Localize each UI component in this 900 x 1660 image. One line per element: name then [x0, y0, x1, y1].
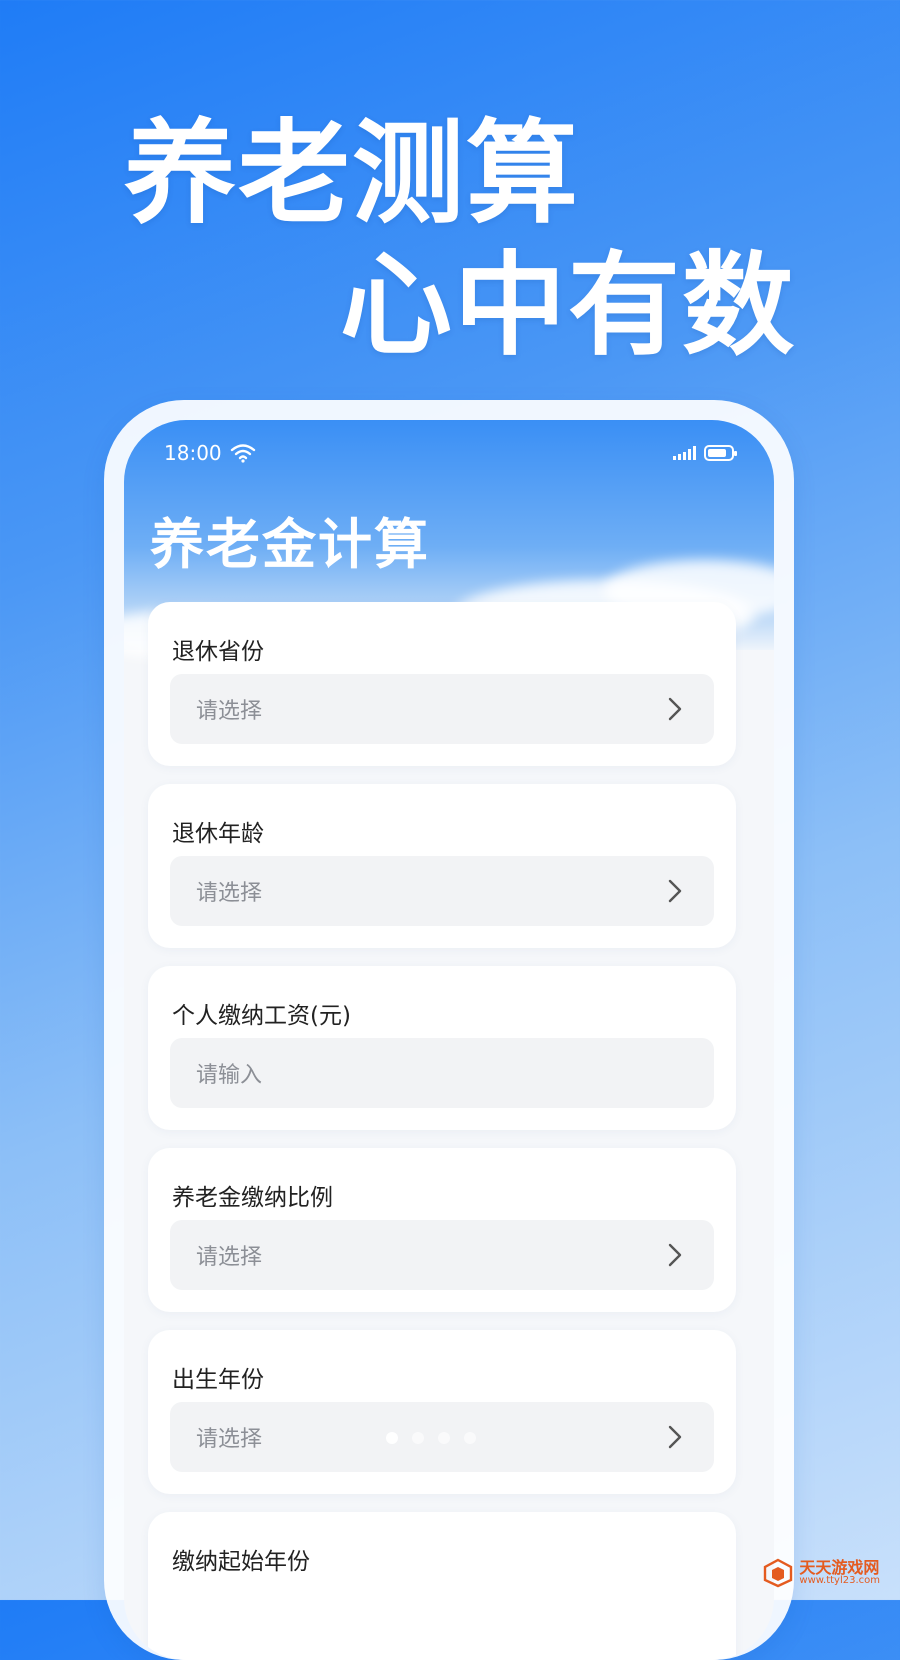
field-label: 个人缴纳工资(元): [172, 1003, 351, 1029]
field-label: 缴纳起始年份: [172, 1549, 310, 1575]
carousel-dot[interactable]: [438, 1432, 450, 1444]
field-placeholder: 请选择: [196, 699, 263, 724]
contribution-ratio-select[interactable]: 请选择: [170, 1220, 714, 1290]
watermark: 天天游戏网 www.ttyl23.com: [763, 1558, 880, 1588]
phone-screen: 18:00 养老金计算 退休省份 请选择 退休年龄 请选择 个人缴纳工资(元) …: [124, 420, 774, 1660]
carousel-dot[interactable]: [464, 1432, 476, 1444]
chevron-right-icon: [662, 1424, 688, 1450]
headline-line-2: 心中有数: [340, 241, 796, 371]
watermark-url: www.ttyl23.com: [799, 1575, 880, 1586]
form-card-contribution-ratio: 养老金缴纳比例 请选择: [148, 1148, 736, 1312]
pension-form: 退休省份 请选择 退休年龄 请选择 个人缴纳工资(元) 请输入 养老金缴纳比例 …: [148, 602, 736, 1660]
chevron-right-icon: [662, 1242, 688, 1268]
retirement-province-select[interactable]: 请选择: [170, 674, 714, 744]
carousel-dot-active[interactable]: [386, 1432, 398, 1444]
form-card-birth-year: 出生年份 请选择: [148, 1330, 736, 1494]
field-label: 退休省份: [172, 639, 264, 665]
field-placeholder: 请选择: [196, 1427, 263, 1452]
carousel-indicator[interactable]: [386, 1432, 476, 1444]
chevron-right-icon: [662, 878, 688, 904]
page-title: 养老金计算: [150, 513, 430, 576]
signal-icon: [673, 446, 696, 460]
battery-icon: [704, 445, 737, 461]
watermark-logo-icon: [764, 1558, 793, 1588]
chevron-right-icon: [662, 696, 688, 722]
headline-line-1: 养老测算: [124, 109, 580, 239]
field-placeholder: 请输入: [196, 1063, 263, 1088]
form-card-start-year: 缴纳起始年份: [148, 1512, 736, 1660]
watermark-name: 天天游戏网: [799, 1558, 880, 1577]
status-bar: 18:00: [164, 438, 737, 468]
retirement-age-select[interactable]: 请选择: [170, 856, 714, 926]
field-label: 退休年龄: [172, 821, 264, 847]
field-label: 出生年份: [172, 1367, 264, 1393]
salary-input[interactable]: 请输入: [170, 1038, 714, 1108]
form-card-retirement-age: 退休年龄 请选择: [148, 784, 736, 948]
form-card-retirement-province: 退休省份 请选择: [148, 602, 736, 766]
field-placeholder: 请选择: [196, 881, 263, 906]
field-placeholder: 请选择: [196, 1245, 263, 1270]
carousel-dot[interactable]: [412, 1432, 424, 1444]
field-label: 养老金缴纳比例: [172, 1185, 333, 1211]
status-time: 18:00: [164, 441, 222, 465]
form-card-salary: 个人缴纳工资(元) 请输入: [148, 966, 736, 1130]
wifi-icon: [230, 444, 255, 463]
